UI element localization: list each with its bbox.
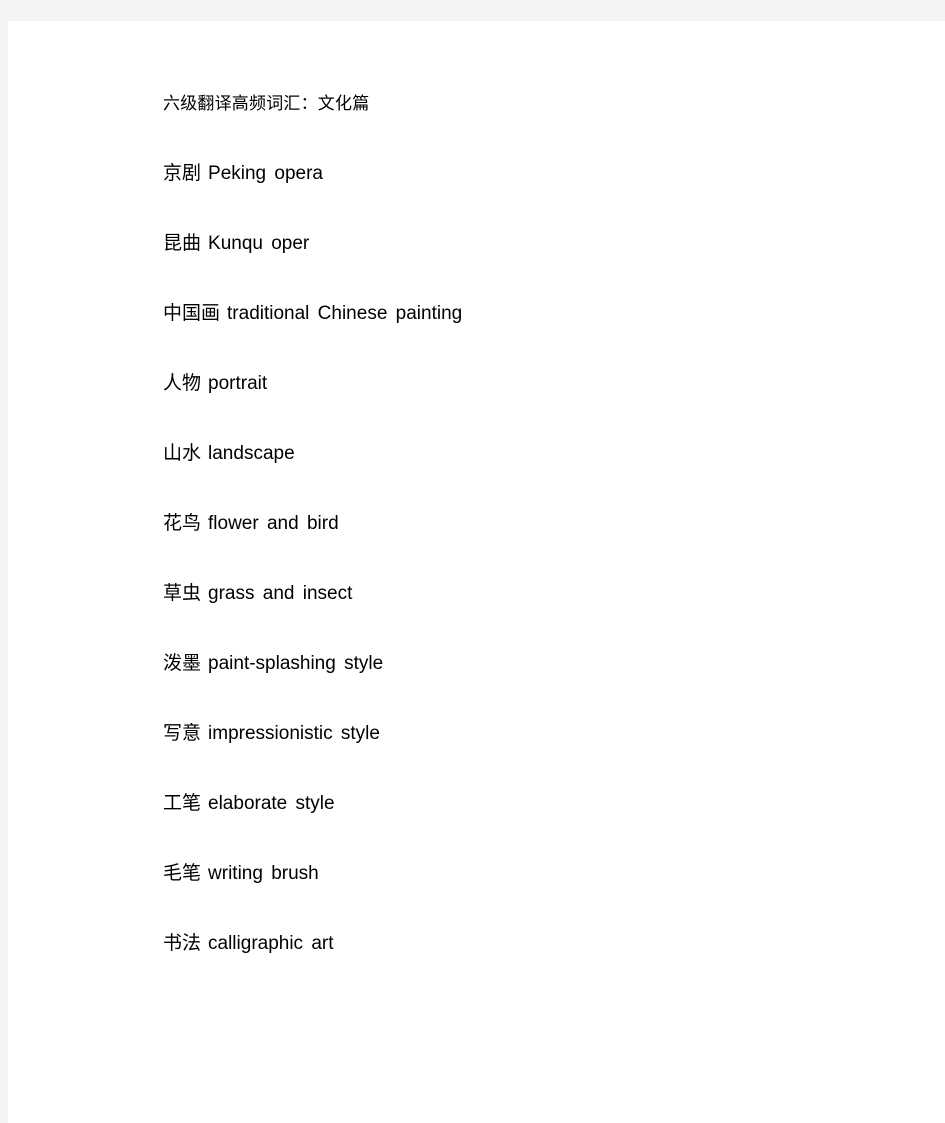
- term-chinese: 昆曲: [163, 233, 202, 254]
- list-item: 书法 calligraphic art: [163, 930, 903, 958]
- term-chinese: 写意: [163, 723, 202, 744]
- term-english: landscape: [208, 443, 295, 464]
- term-english: calligraphic art: [208, 933, 334, 954]
- list-item: 泼墨 paint-splashing style: [163, 650, 903, 678]
- term-english: flower and bird: [208, 513, 339, 534]
- list-item: 昆曲 Kunqu oper: [163, 230, 903, 258]
- term-english: impressionistic style: [208, 723, 380, 744]
- term-chinese: 毛笔: [163, 863, 202, 884]
- list-item: 毛笔 writing brush: [163, 860, 903, 888]
- list-item: 花鸟 flower and bird: [163, 510, 903, 538]
- term-english: traditional Chinese painting: [227, 303, 463, 324]
- term-chinese: 工笔: [163, 793, 202, 814]
- list-item: 人物 portrait: [163, 370, 903, 398]
- list-item: 写意 impressionistic style: [163, 720, 903, 748]
- term-chinese: 人物: [163, 373, 202, 394]
- term-chinese: 山水: [163, 443, 202, 464]
- list-item: 京剧 Peking opera: [163, 160, 903, 188]
- term-chinese: 花鸟: [163, 513, 202, 534]
- term-chinese: 泼墨: [163, 653, 202, 674]
- term-english: portrait: [208, 373, 268, 394]
- term-english: elaborate style: [208, 793, 335, 814]
- document-content: 六级翻译高频词汇：文化篇 京剧 Peking opera 昆曲 Kunqu oper…: [163, 90, 903, 958]
- list-item: 山水 landscape: [163, 440, 903, 468]
- term-english: Peking opera: [208, 163, 323, 184]
- document-page: 六级翻译高频词汇：文化篇 京剧 Peking opera 昆曲 Kunqu oper…: [8, 21, 945, 1123]
- term-english: paint-splashing style: [208, 653, 384, 674]
- list-item: 工笔 elaborate style: [163, 790, 903, 818]
- term-chinese: 京剧: [163, 163, 202, 184]
- term-english: grass and insect: [208, 583, 353, 604]
- list-item: 草虫 grass and insect: [163, 580, 903, 608]
- term-english: Kunqu oper: [208, 233, 310, 254]
- term-chinese: 草虫: [163, 583, 202, 604]
- term-english: writing brush: [208, 863, 319, 884]
- page-title: 六级翻译高频词汇：文化篇: [163, 94, 370, 113]
- term-chinese: 书法: [163, 933, 202, 954]
- term-chinese: 中国画: [163, 303, 221, 324]
- vocabulary-list: 京剧 Peking opera 昆曲 Kunqu oper 中国画 tradition…: [163, 160, 903, 958]
- list-item: 中国画 traditional Chinese painting: [163, 300, 903, 328]
